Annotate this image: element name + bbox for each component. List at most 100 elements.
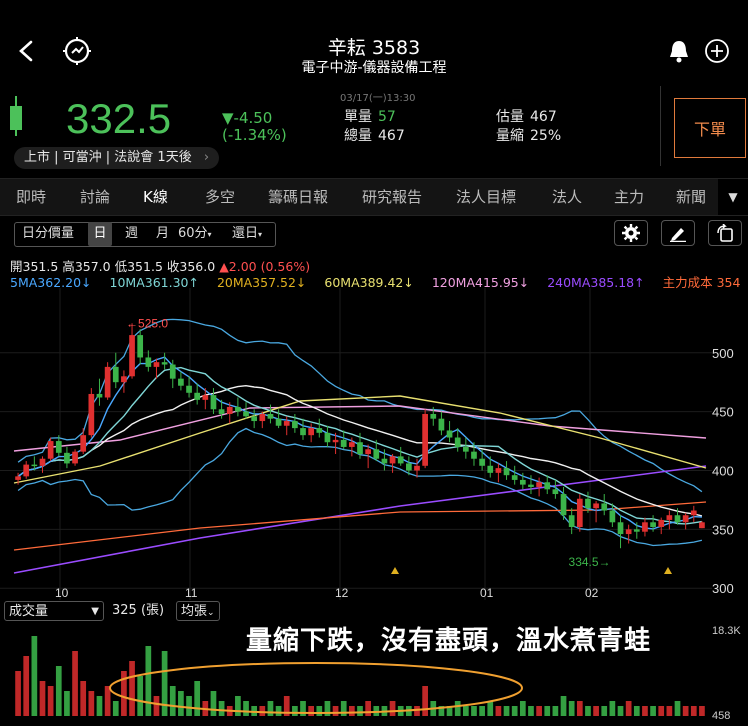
stock-title: 辛耘 3583 <box>327 37 421 59</box>
candle-body <box>568 515 575 528</box>
event-marker <box>664 567 672 574</box>
volume-bar <box>64 691 70 716</box>
add-watchlist-button[interactable] <box>698 32 736 70</box>
candle-body <box>462 446 469 452</box>
candle-body <box>251 416 258 422</box>
candle-body <box>88 393 95 436</box>
volume-max-label: 18.3K <box>712 625 741 637</box>
candle-body <box>373 449 380 459</box>
candle-body <box>658 519 665 528</box>
candle-body <box>72 451 78 464</box>
volume-bar <box>169 686 176 716</box>
candle-body <box>479 458 485 466</box>
tab-major[interactable]: 主力 <box>614 179 644 215</box>
y-tick-label: 500 <box>712 346 734 361</box>
volume-shrink: 量縮 25% <box>496 125 561 145</box>
stock-tags-chip[interactable]: 上市 | 可當沖 | 法說會 1天後 › <box>14 147 220 169</box>
mode-price-volume[interactable]: 日分價量 <box>22 222 74 246</box>
candle-body <box>137 335 144 358</box>
period-month[interactable]: 月 <box>156 222 169 246</box>
candle-body <box>446 430 453 438</box>
order-button[interactable]: 下單 <box>674 98 746 158</box>
tab-kline[interactable]: K線 <box>143 179 168 215</box>
candle-body <box>349 442 355 447</box>
volume-shrink-value: 25% <box>530 128 562 144</box>
candle-body <box>682 515 689 523</box>
candle-body <box>194 392 201 400</box>
tab-chip-daily[interactable]: 籌碼日報 <box>268 179 328 215</box>
alert-button[interactable] <box>660 32 698 70</box>
volume-bar <box>275 706 282 716</box>
volume-indicator-dropdown[interactable]: 成交量 ▼ <box>4 601 104 621</box>
tab-long-short[interactable]: 多空 <box>205 179 235 215</box>
period-day[interactable]: 日 <box>88 222 112 246</box>
tab-institutional[interactable]: 法人 <box>552 179 582 215</box>
volume-bar <box>462 706 469 716</box>
volume-bar <box>332 706 339 716</box>
candle-body <box>104 366 111 398</box>
candle-body <box>511 475 518 480</box>
candle-body <box>112 366 119 383</box>
tab-research[interactable]: 研究報告 <box>362 179 422 215</box>
candle-body <box>560 494 567 516</box>
candle-body <box>609 510 616 523</box>
kline-chart[interactable]: 500 450 400 350 300 10 11 12 01 02 ←525.0 334.5→ <box>0 288 748 600</box>
x-tick-label: 12 <box>335 586 349 600</box>
tabs-more-button[interactable]: ▼ <box>718 179 748 215</box>
candle-body <box>601 503 608 511</box>
period-week[interactable]: 週 <box>125 222 138 246</box>
volume-bar <box>161 651 168 716</box>
candle-body <box>23 464 30 477</box>
volume-bar <box>576 701 583 716</box>
rotate-button[interactable] <box>708 220 742 246</box>
tab-realtime[interactable]: 即時 <box>16 179 46 215</box>
volume-mode-dropdown[interactable]: 均張⌄ <box>176 601 220 621</box>
total-volume-value: 467 <box>378 128 405 144</box>
volume-bar <box>153 696 160 716</box>
volume-bar <box>47 686 54 716</box>
volume-bar <box>39 681 46 716</box>
candle-body <box>178 378 184 386</box>
candle-body <box>153 362 160 367</box>
total-volume-label: 總量 <box>344 128 372 144</box>
volume-bar <box>674 701 681 716</box>
quote-timestamp: 03/17(一)13:30 <box>340 93 416 104</box>
volume-bar <box>454 701 461 716</box>
triangle-down-icon: ▼ <box>728 190 738 204</box>
volume-bar <box>96 696 103 716</box>
estimated-volume-value: 467 <box>530 109 557 125</box>
candle-body <box>15 476 21 480</box>
pen-icon <box>670 228 686 242</box>
gear-icon <box>622 224 640 242</box>
settings-button[interactable] <box>614 220 648 246</box>
candle-body <box>544 482 551 490</box>
volume-bar <box>218 701 225 716</box>
candle-body <box>642 522 648 532</box>
volume-bar <box>699 706 705 716</box>
tab-news[interactable]: 新聞 <box>676 179 706 215</box>
tab-discussion[interactable]: 討論 <box>80 179 110 215</box>
volume-bar <box>15 671 21 716</box>
candle-body <box>699 522 705 529</box>
candle-body <box>202 395 209 400</box>
bell-icon <box>670 41 688 63</box>
volume-bar <box>519 701 526 716</box>
caret-down-icon: ▾ <box>207 230 212 239</box>
candle-body <box>674 515 681 523</box>
volume-bar <box>259 706 266 716</box>
draw-button[interactable] <box>661 220 695 246</box>
candle-body <box>585 498 591 509</box>
tab-target-price[interactable]: 法人目標 <box>456 179 516 215</box>
caption-overlay: 量縮下跌，沒有盡頭，溫水煮青蛙 <box>246 626 652 656</box>
volume-bar <box>609 701 616 716</box>
stock-industry: 電子中游-儀器設備工程 <box>301 60 447 76</box>
adjust-dropdown[interactable]: 還日▾ <box>232 222 262 246</box>
volume-bar <box>292 706 298 716</box>
candle-body <box>536 482 542 487</box>
candle-body <box>503 468 510 476</box>
candle-body <box>47 441 54 459</box>
candle-body <box>422 413 428 466</box>
volume-bar <box>593 706 599 716</box>
interval-dropdown[interactable]: 60分▾ <box>178 222 212 246</box>
interval-label: 60分 <box>178 226 208 241</box>
